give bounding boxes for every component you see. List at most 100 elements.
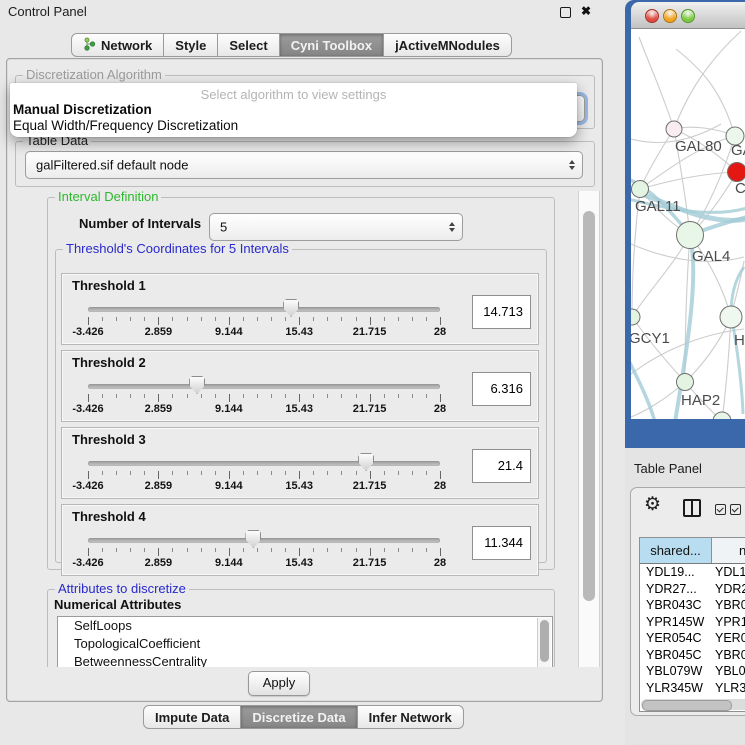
table-row[interactable]: YER054CYER0 (640, 630, 745, 647)
number-of-intervals-combobox[interactable]: 5 (209, 213, 463, 241)
slider-thumb[interactable] (245, 530, 261, 548)
tab-impute-data[interactable]: Impute Data (143, 705, 241, 729)
checkbox-icon[interactable] (715, 504, 726, 515)
numerical-attributes-label: Numerical Attributes (54, 597, 181, 612)
minor-tick (215, 548, 216, 552)
columns-icon[interactable] (683, 499, 701, 517)
minor-tick (356, 548, 357, 552)
tab-discretize-data[interactable]: Discretize Data (240, 705, 357, 729)
tick-label: -3.426 (72, 326, 103, 338)
network-node-h[interactable] (720, 306, 742, 328)
column-header-shared-name[interactable]: shared... (640, 538, 712, 563)
tick-label: 21.715 (353, 403, 387, 415)
slider-track[interactable] (88, 461, 440, 466)
network-node-gal4[interactable] (677, 222, 704, 249)
algorithm-option-equal-width-frequency-discretization[interactable]: Equal Width/Frequency Discretization (10, 118, 577, 134)
network-edge (639, 37, 674, 129)
minor-tick (257, 471, 258, 475)
minor-tick (102, 394, 103, 398)
apply-button[interactable]: Apply (248, 671, 310, 696)
algorithm-option-manual-discretization[interactable]: Manual Discretization (10, 102, 577, 118)
minor-tick (187, 317, 188, 321)
top-tab-bar: Network StyleSelectCyni ToolboxjActiveMNo… (71, 33, 512, 57)
threshold-value-field[interactable]: 11.344 (472, 526, 531, 560)
tick-label: -3.426 (72, 557, 103, 569)
column-header-name[interactable]: na (712, 538, 745, 563)
scrollbar-thumb[interactable] (642, 700, 732, 711)
tab-cyni-toolbox[interactable]: Cyni Toolbox (279, 33, 384, 57)
network-node-gal11[interactable] (632, 181, 649, 198)
table-row[interactable]: YPR145WYPR1 (640, 614, 745, 631)
network-edge (676, 49, 735, 136)
minor-tick (426, 317, 427, 321)
tab-infer-network[interactable]: Infer Network (357, 705, 464, 729)
threshold-value-field[interactable]: 6.316 (472, 372, 531, 406)
slider-thumb[interactable] (358, 453, 374, 471)
table-row[interactable]: YBL079WYBL0 (640, 663, 745, 680)
tick-label: 9.144 (215, 326, 243, 338)
network-node-gal80[interactable] (666, 121, 682, 137)
minor-tick (384, 548, 385, 552)
threshold-panel-3: Threshold 3-3.4262.8599.14415.4321.71528… (61, 427, 539, 499)
list-item-betweennesscentrality[interactable]: BetweennessCentrality (58, 653, 552, 667)
table-panel-box: ⚙ shared... na YDL19...YDL1YDR27...YDR2Y… (630, 487, 745, 716)
checkbox-icon[interactable] (730, 504, 741, 515)
zoom-button[interactable] (681, 9, 695, 23)
network-canvas[interactable]: GAL80GACGAL11GAL4GCY1HHAP2 (631, 29, 745, 419)
threshold-value-field[interactable]: 14.713 (472, 295, 531, 329)
gear-icon[interactable]: ⚙ (644, 494, 661, 516)
major-tick (88, 471, 89, 479)
major-tick (440, 317, 441, 325)
table-data-combobox[interactable]: galFiltered.sif default node (25, 151, 583, 179)
minimize-button[interactable] (663, 9, 677, 23)
slider-track[interactable] (88, 538, 440, 543)
tick-label: 28 (434, 403, 446, 415)
list-item-selfloops[interactable]: SelfLoops (58, 617, 552, 635)
network-node-hap2[interactable] (677, 374, 694, 391)
numerical-attributes-list[interactable]: SelfLoopsTopologicalCoefficientBetweenne… (57, 616, 553, 667)
minor-tick (341, 317, 342, 321)
table-row[interactable]: YLR345WYLR3 (640, 680, 745, 697)
tab-style[interactable]: Style (163, 33, 218, 57)
minor-tick (172, 471, 173, 475)
threshold-label: Threshold 2 (72, 355, 146, 370)
cell-name: YER0 (712, 631, 745, 645)
table-row[interactable]: YBR045CYBR0 (640, 647, 745, 664)
network-node-gcy1[interactable] (631, 309, 640, 325)
tick-label: 2.859 (145, 403, 173, 415)
tab-network[interactable]: Network (71, 33, 164, 57)
discretization-algorithm-title: Discretization Algorithm (23, 68, 165, 82)
minor-tick (257, 317, 258, 321)
attributes-list-scrollbar[interactable] (537, 618, 551, 667)
threshold-value-field[interactable]: 21.4 (472, 449, 531, 483)
tab-select[interactable]: Select (217, 33, 279, 57)
slider-thumb[interactable] (189, 376, 205, 394)
table-row[interactable]: YDL19...YDL1 (640, 564, 745, 581)
list-item-topologicalcoefficient[interactable]: TopologicalCoefficient (58, 635, 552, 653)
tab-jactivemnodules[interactable]: jActiveMNodules (383, 33, 512, 57)
scrollbar-thumb[interactable] (583, 211, 595, 601)
slider-thumb[interactable] (283, 299, 299, 317)
tab-label: Network (101, 38, 152, 53)
slider-track[interactable] (88, 384, 440, 389)
cell-shared-name: YBL079W (640, 664, 712, 678)
minor-tick (356, 394, 357, 398)
close-button[interactable] (645, 9, 659, 23)
cell-name: YBL0 (712, 664, 745, 678)
minor-tick (327, 548, 328, 552)
settings-scrollbar[interactable] (578, 191, 600, 667)
table-row[interactable]: YDR27...YDR2 (640, 581, 745, 598)
major-tick (299, 471, 300, 479)
table-row[interactable]: YBR043CYBR0 (640, 597, 745, 614)
minor-tick (144, 317, 145, 321)
major-tick (158, 394, 159, 402)
close-icon[interactable]: ✖ (581, 4, 591, 18)
network-node-c[interactable] (728, 163, 745, 182)
minor-tick (271, 471, 272, 475)
network-node[interactable] (713, 412, 731, 419)
slider-track[interactable] (88, 307, 440, 312)
table-horizontal-scrollbar[interactable] (641, 699, 745, 710)
network-edge-highlighted (631, 359, 655, 419)
float-icon[interactable] (560, 7, 571, 18)
scrollbar-thumb[interactable] (540, 620, 549, 662)
